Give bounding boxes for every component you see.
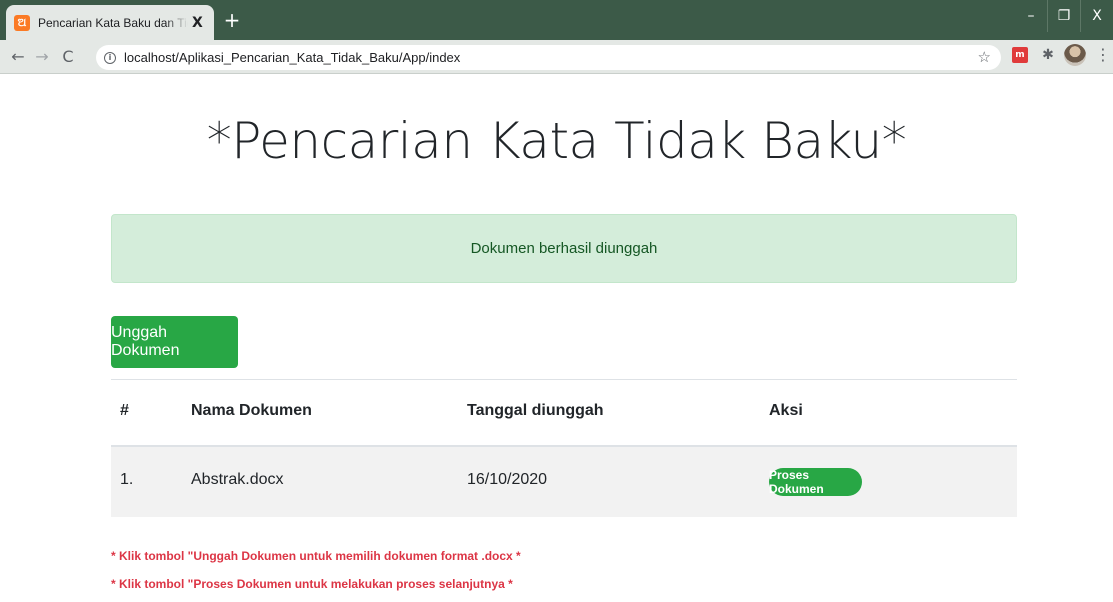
address-bar[interactable]: i localhost/Aplikasi_Pencarian_Kata_Tida… [96,45,1001,70]
documents-table: # Nama Dokumen Tanggal diunggah Aksi 1. … [111,379,1017,517]
success-alert: Dokumen berhasil diunggah [111,214,1017,283]
close-window-button[interactable]: X [1081,0,1113,32]
table-header: # Nama Dokumen Tanggal diunggah Aksi [111,379,1017,447]
maximize-button[interactable]: ❐ [1048,0,1080,32]
column-header: Aksi [769,402,803,419]
tab-close-icon[interactable]: X [192,15,203,31]
column-header: Nama Dokumen [191,402,312,419]
browser-tab[interactable]: ଅ Pencarian Kata Baku dan Tidak Baku X [6,5,214,40]
back-icon[interactable]: ← [8,47,28,67]
instruction-note: * Klik tombol "Proses Dokumen untuk mela… [111,577,513,591]
page-title: *Pencarian Kata Tidak Baku* [206,112,907,170]
star-icon[interactable]: ☆ [978,48,991,66]
browser-tabbar: ଅ Pencarian Kata Baku dan Tidak Baku X +… [0,0,1113,40]
upload-date: 16/10/2020 [467,471,548,488]
xampp-favicon-icon: ଅ [14,14,30,31]
new-tab-button[interactable]: + [222,10,242,30]
tab-title: Pencarian Kata Baku dan Tidak Baku [38,15,188,30]
document-name: Abstrak.docx [191,471,284,488]
forward-icon[interactable]: → [32,47,52,67]
table-row: 1. Abstrak.docx 16/10/2020 Proses Dokume… [111,447,1017,517]
reload-icon[interactable]: C [58,47,78,67]
puzzle-icon[interactable]: ✱ [1040,47,1056,63]
instruction-note: * Klik tombol "Unggah Dokumen untuk memi… [111,549,521,563]
info-icon[interactable]: i [104,51,116,64]
row-number: 1. [120,471,134,488]
extension-icon[interactable]: m [1012,47,1028,63]
process-document-button[interactable]: Proses Dokumen [769,468,862,496]
browser-toolbar: ← → C i localhost/Aplikasi_Pencarian_Kat… [0,40,1113,74]
column-header: Tanggal diunggah [467,402,604,419]
column-header: # [120,402,129,419]
menu-icon[interactable]: ⋮ [1095,47,1111,63]
upload-document-button[interactable]: Unggah Dokumen [111,316,238,368]
profile-avatar[interactable] [1064,44,1086,66]
minimize-button[interactable]: – [1015,0,1047,32]
url-text[interactable]: localhost/Aplikasi_Pencarian_Kata_Tidak_… [124,50,460,65]
